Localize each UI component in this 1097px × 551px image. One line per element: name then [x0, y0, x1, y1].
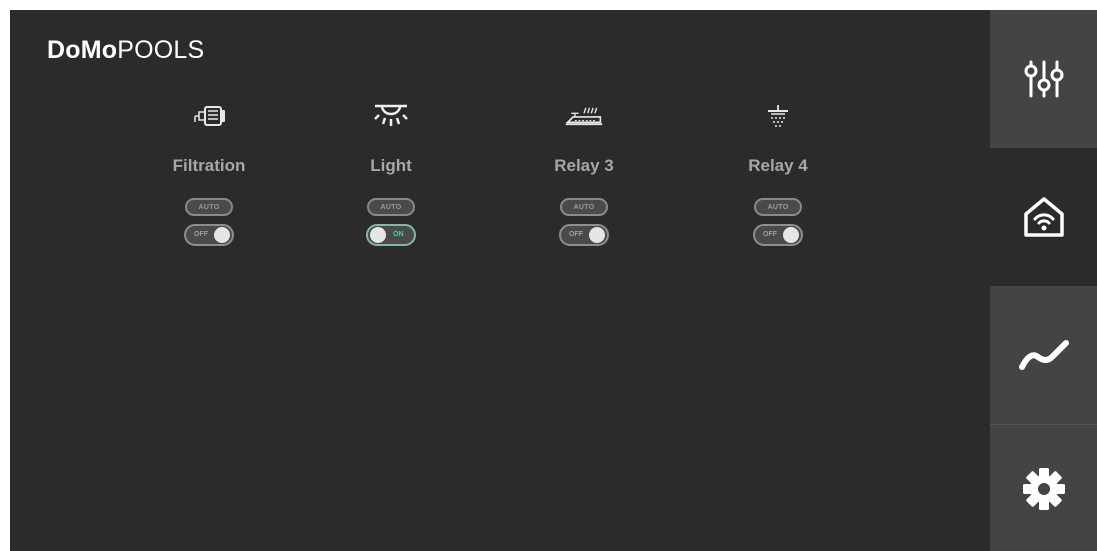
- pool-light-icon: [371, 98, 411, 134]
- heater-icon: [564, 98, 604, 134]
- auto-mode-button[interactable]: AUTO: [367, 198, 415, 216]
- device-label: Light: [370, 156, 412, 175]
- toggle-knob: [370, 227, 386, 243]
- sidebar-item-smart-home[interactable]: [990, 148, 1097, 286]
- sidebar: [990, 10, 1097, 551]
- main-panel: DoMoPOOLS Filtration AUTO OFF Light AUTO…: [10, 10, 990, 551]
- auto-mode-button[interactable]: AUTO: [560, 198, 608, 216]
- chart-trend-icon: [1018, 340, 1069, 370]
- sprinkler-icon: [758, 98, 798, 134]
- device-light: Light AUTO ON: [331, 98, 451, 278]
- sidebar-item-settings[interactable]: [990, 424, 1097, 551]
- logo-regular-text: POOLS: [117, 36, 205, 64]
- toggle-knob: [783, 227, 799, 243]
- power-toggle[interactable]: OFF: [753, 224, 803, 246]
- toggle-state-label: ON: [393, 231, 404, 238]
- power-toggle[interactable]: OFF: [184, 224, 234, 246]
- app-logo: DoMoPOOLS: [47, 36, 204, 65]
- device-label: Filtration: [172, 156, 246, 175]
- app-screen: DoMoPOOLS Filtration AUTO OFF Light AUTO…: [10, 10, 1097, 551]
- pump-motor-icon: [189, 98, 229, 134]
- device-filtration: Filtration AUTO OFF: [149, 98, 269, 278]
- sidebar-item-statistics[interactable]: [990, 286, 1097, 424]
- sidebar-item-settings-sliders[interactable]: [990, 10, 1097, 148]
- device-label: Relay 4: [748, 156, 808, 175]
- device-label: Relay 3: [554, 156, 614, 175]
- device-relay-4: Relay 4 AUTO OFF: [718, 98, 838, 278]
- toggle-state-label: OFF: [569, 231, 583, 238]
- logo-bold-text: DoMo: [47, 36, 118, 64]
- device-relay-3: Relay 3 AUTO OFF: [524, 98, 644, 278]
- toggle-state-label: OFF: [763, 231, 777, 238]
- power-toggle[interactable]: OFF: [559, 224, 609, 246]
- toggle-knob: [214, 227, 230, 243]
- toggle-knob: [589, 227, 605, 243]
- auto-mode-button[interactable]: AUTO: [754, 198, 802, 216]
- power-toggle[interactable]: ON: [366, 224, 416, 246]
- auto-mode-button[interactable]: AUTO: [185, 198, 233, 216]
- gear-icon: [1022, 467, 1065, 510]
- toggle-state-label: OFF: [194, 231, 208, 238]
- smart-home-icon: [1023, 197, 1064, 237]
- sliders-icon: [1024, 60, 1063, 98]
